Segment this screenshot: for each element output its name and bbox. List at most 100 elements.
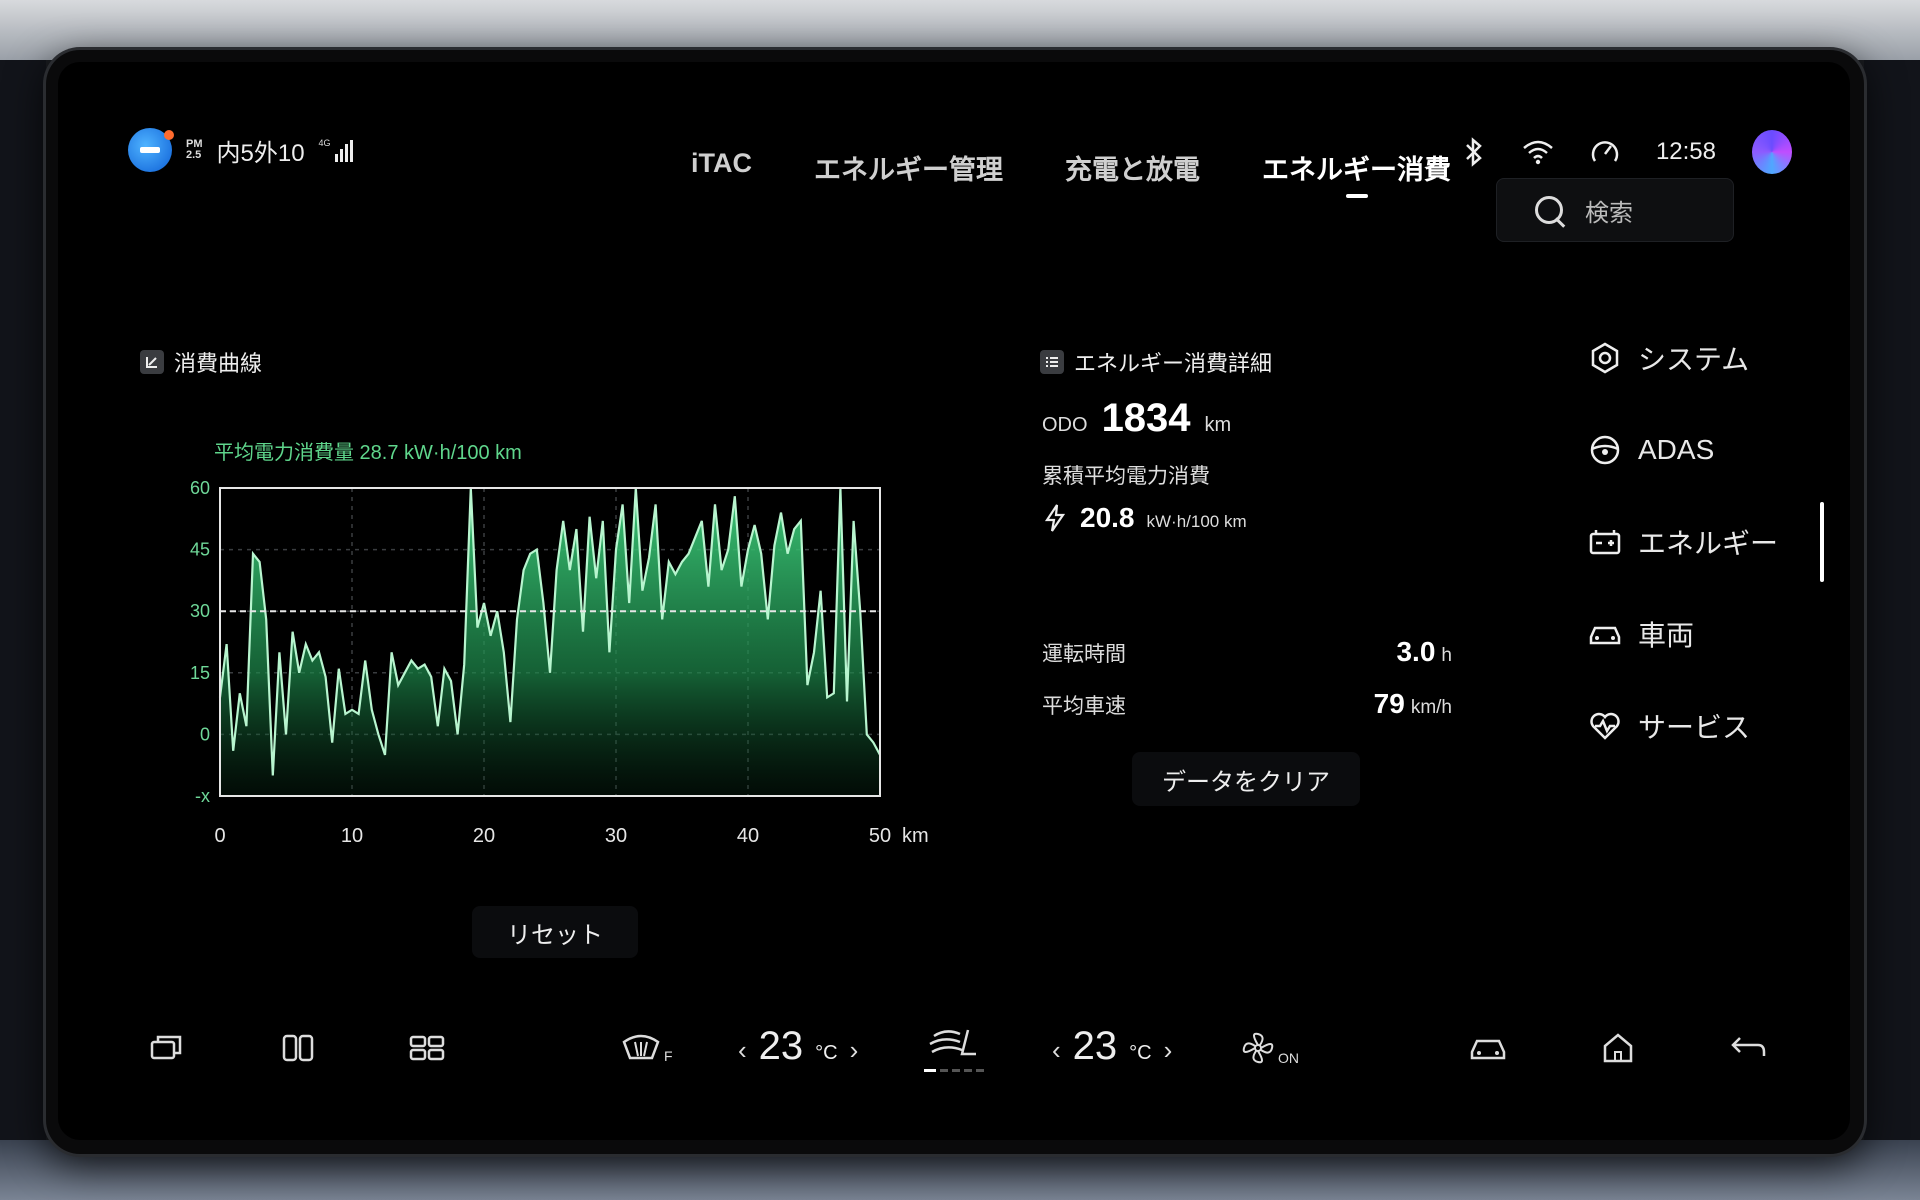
avg-speed-key: 平均車速 (1042, 695, 1126, 718)
x-axis-ticks: 0 10 20 30 40 50 km (214, 825, 928, 847)
airflow-level-bar (924, 1069, 992, 1072)
sidebar-item-label: 車両 (1638, 620, 1695, 651)
clear-data-button[interactable]: データをクリア (1132, 752, 1360, 806)
status-bar-right: 12:58 (1462, 130, 1792, 174)
sidebar-item-vehicle[interactable]: 車両 (1588, 588, 1778, 680)
home-icon[interactable] (1600, 1030, 1636, 1066)
sidebar-item-adas[interactable]: ADAS (1588, 404, 1778, 496)
drive-time-key: 運転時間 (1042, 643, 1126, 666)
sidebar-item-system[interactable]: システム (1588, 312, 1778, 404)
air-quality-text: 内5外10 (216, 139, 305, 167)
fan-icon (1242, 1032, 1274, 1064)
heart-pulse-icon (1590, 712, 1620, 740)
x-axis-unit: km (902, 825, 929, 847)
drive-time-row: 運転時間 3.0 h (1042, 636, 1452, 668)
list-icon (1040, 350, 1064, 374)
curve-section-title: 消費曲線 (140, 346, 262, 378)
right-temperature-control: ‹ 23 °C › (1052, 1024, 1172, 1069)
y-tick-label: 0 (200, 724, 210, 744)
tab-energy-consumption[interactable]: エネルギー消費 (1231, 148, 1482, 198)
front-defrost-button[interactable]: F (620, 1030, 673, 1064)
sidebar-item-label: エネルギー (1638, 528, 1779, 559)
tab-itac[interactable]: iTAC (660, 148, 783, 187)
cumulative-avg-label: 累積平均電力消費 (1042, 465, 1210, 488)
y-axis-ticks: 60 45 30 15 0 -x (190, 478, 210, 806)
sidebar-active-indicator (1820, 502, 1824, 582)
user-avatar[interactable] (1752, 130, 1792, 174)
pm25-label: PM 2.5 (186, 138, 203, 161)
details-section-title: エネルギー消費詳細 (1040, 346, 1272, 378)
hexagon-settings-icon (1591, 342, 1619, 374)
consumption-area (220, 488, 880, 796)
left-temp-decrease[interactable]: ‹ (738, 1035, 747, 1066)
tab-charge-discharge[interactable]: 充電と放電 (1034, 148, 1231, 187)
split-screen-icon[interactable] (280, 1030, 316, 1066)
details-title-text: エネルギー消費詳細 (1074, 351, 1273, 376)
avg-speed-row: 平均車速 79 km/h (1042, 688, 1452, 720)
background-right (1864, 60, 1920, 1140)
right-temp-decrease[interactable]: ‹ (1052, 1035, 1061, 1066)
gauge-icon[interactable] (1590, 137, 1620, 167)
x-tick-label: 40 (737, 825, 759, 847)
app-grid-icon[interactable] (408, 1030, 446, 1066)
odo-value: 1834 (1101, 396, 1191, 440)
drive-time-unit: h (1441, 645, 1452, 666)
avg-speed-value: 79 (1373, 688, 1405, 719)
defrost-label: F (664, 1048, 673, 1064)
y-tick-label: 45 (190, 540, 210, 560)
curve-section-icon (140, 350, 164, 374)
side-navigation: システム ADAS エネルギー 車両 サービス (1588, 312, 1778, 772)
reset-button[interactable]: リセット (472, 906, 638, 958)
wifi-icon[interactable] (1522, 139, 1554, 165)
right-temp-value: 23 (1072, 1024, 1118, 1068)
fan-label: ON (1278, 1050, 1299, 1066)
airflow-seat-icon (929, 1029, 976, 1056)
y-tick-label: 60 (190, 478, 210, 498)
app-logo-icon[interactable] (128, 128, 174, 172)
right-temp-increase[interactable]: › (1164, 1035, 1173, 1066)
background-left (0, 60, 46, 1140)
clock: 12:58 (1655, 138, 1716, 165)
x-tick-label: 20 (473, 825, 495, 847)
sidebar-item-service[interactable]: サービス (1588, 680, 1778, 772)
seat-airflow-button[interactable] (924, 1024, 992, 1072)
fan-button[interactable]: ON (1240, 1030, 1299, 1066)
sidebar-item-energy[interactable]: エネルギー (1588, 496, 1778, 588)
vehicle-control-icon[interactable] (1468, 1030, 1508, 1066)
lightning-icon (1044, 504, 1066, 532)
y-tick-label: -x (195, 786, 210, 806)
avg-speed-unit: km/h (1410, 697, 1452, 718)
top-tabs: iTAC エネルギー管理 充電と放電 エネルギー消費 (660, 148, 1482, 198)
odometer: ODO 1834 km (1042, 396, 1231, 441)
left-temp-value: 23 (758, 1024, 804, 1068)
x-tick-label: 50 (869, 825, 891, 847)
left-temp-unit: °C (815, 1042, 838, 1064)
x-tick-label: 0 (214, 825, 225, 847)
consumption-chart: 604530150-x 0 10 20 30 40 50 km (190, 478, 929, 847)
left-temp-increase[interactable]: › (850, 1035, 859, 1066)
odo-unit: km (1204, 414, 1232, 436)
recent-apps-icon[interactable] (148, 1030, 184, 1066)
x-tick-label: 30 (605, 825, 627, 847)
cumulative-avg-unit: kW·h/100 km (1146, 512, 1247, 531)
average-consumption-label: 平均電力消費量 28.7 kW·h/100 km (214, 442, 522, 464)
car-icon (1589, 626, 1621, 645)
drive-time-value: 3.0 (1396, 636, 1436, 667)
cumulative-avg-value-row: 20.8 kW·h/100 km (1042, 502, 1247, 534)
cumulative-avg-value: 20.8 (1080, 502, 1135, 533)
left-temperature-control: ‹ 23 °C › (738, 1024, 858, 1069)
status-bar-left: PM 2.5 内5外10 4G (128, 128, 353, 172)
battery-icon (1589, 530, 1621, 555)
right-temp-unit: °C (1129, 1042, 1152, 1064)
search-placeholder: 検索 (1585, 199, 1633, 227)
network-type-label: 4G (318, 138, 331, 148)
y-tick-label: 15 (190, 663, 210, 683)
search-input[interactable]: 検索 (1496, 178, 1734, 242)
signal-icon: 4G (319, 138, 353, 162)
odo-key: ODO (1042, 414, 1088, 436)
sidebar-item-label: サービス (1638, 712, 1751, 743)
tab-energy-management[interactable]: エネルギー管理 (783, 148, 1034, 187)
sidebar-item-label: ADAS (1638, 434, 1715, 465)
back-icon[interactable] (1728, 1030, 1768, 1066)
curve-title-text: 消費曲線 (174, 351, 263, 376)
